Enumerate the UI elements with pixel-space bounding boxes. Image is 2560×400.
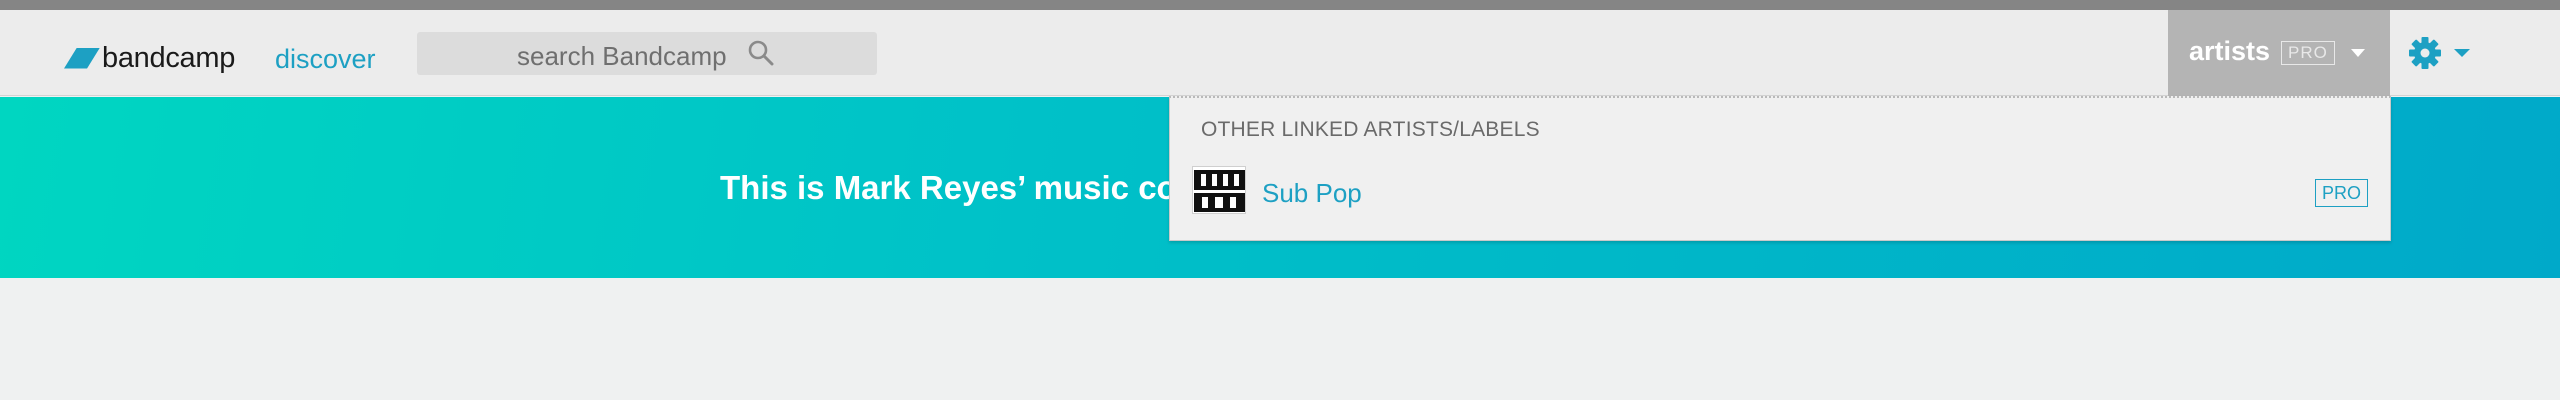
linked-artist-pro-badge: PRO — [2314, 179, 2368, 207]
artists-dropdown: OTHER LINKED ARTISTS/LABELS Sub Pop PRO — [1169, 96, 2391, 241]
artists-label: artists — [2189, 36, 2271, 66]
search-placeholder: search Bandcamp — [517, 41, 727, 71]
settings-chevron-down-icon[interactable] — [2454, 49, 2470, 57]
linked-artist-name[interactable]: Sub Pop — [1262, 178, 1362, 209]
site-header: bandcamp discover search Bandcamp artist… — [0, 10, 2560, 96]
top-strip — [0, 0, 2560, 10]
bandcamp-logo-icon — [64, 47, 100, 69]
search-icon[interactable] — [747, 39, 775, 67]
chevron-down-icon — [2351, 49, 2365, 57]
search-input[interactable]: search Bandcamp — [417, 32, 877, 75]
dropdown-heading: OTHER LINKED ARTISTS/LABELS — [1201, 118, 1540, 141]
banner-text: This is Mark Reyes’ music colle — [720, 169, 1214, 206]
artists-menu-button[interactable]: artists PRO — [2168, 10, 2390, 96]
pro-badge: PRO — [2281, 41, 2335, 65]
discover-link[interactable]: discover — [275, 44, 376, 75]
gear-icon[interactable] — [2408, 36, 2442, 70]
logo-text: bandcamp — [102, 41, 236, 74]
sub-pop-logo — [1192, 166, 1246, 214]
linked-artist-item[interactable]: Sub Pop PRO — [1192, 166, 2368, 216]
bandcamp-logo[interactable]: bandcamp — [64, 40, 235, 76]
